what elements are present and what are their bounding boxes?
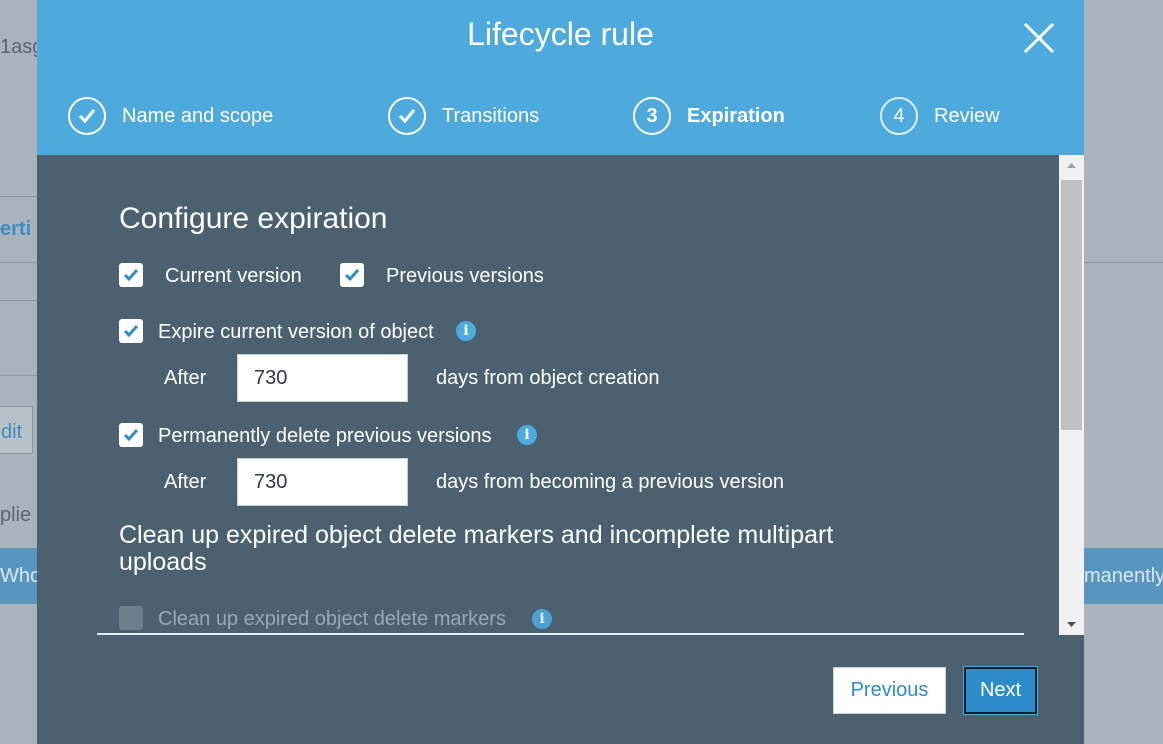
delete-previous-versions-label: Permanently delete previous versions — [158, 425, 492, 447]
modal-scrollbar[interactable] — [1059, 155, 1084, 635]
background-divider — [0, 196, 37, 197]
background-permanently-fragment: manently — [1084, 565, 1163, 587]
background-divider — [0, 375, 37, 376]
current-version-label: Current version — [165, 265, 302, 287]
step-name-and-scope[interactable]: Name and scope — [68, 96, 273, 136]
background-divider — [1084, 262, 1163, 263]
step-label: Expiration — [687, 104, 785, 127]
expire-current-version-checkbox[interactable] — [119, 319, 143, 343]
section-title: Configure expiration — [119, 202, 388, 235]
scroll-down-arrow-icon[interactable] — [1059, 615, 1084, 635]
step-number-circle: 3 — [633, 97, 671, 135]
modal-body: Configure expiration Current version Pre… — [37, 155, 1059, 635]
modal-header: Lifecycle rule Name and scope Transition… — [37, 0, 1084, 155]
background-divider — [0, 300, 37, 301]
background-fragment-top: 1asg — [0, 36, 37, 58]
close-icon[interactable] — [1021, 20, 1057, 56]
scroll-up-arrow-icon[interactable] — [1059, 155, 1084, 175]
checkmark-icon — [123, 325, 139, 338]
cleanup-section-title: Clean up expired object delete markers a… — [119, 521, 834, 576]
step-complete-checkmark-icon — [68, 97, 106, 135]
step-number-circle: 4 — [880, 97, 918, 135]
scrollbar-thumb[interactable] — [1061, 180, 1082, 430]
current-version-checkbox[interactable] — [119, 263, 143, 287]
background-applied-fragment: plie — [0, 504, 32, 526]
expire-days-input[interactable] — [237, 354, 408, 402]
cleanup-markers-checkbox[interactable] — [119, 606, 143, 630]
expire-current-version-label: Expire current version of object — [158, 321, 434, 343]
info-icon[interactable]: i — [532, 609, 552, 629]
background-whole-fragment: Whole — [0, 565, 37, 587]
previous-versions-label: Previous versions — [386, 265, 544, 287]
step-label: Transitions — [442, 104, 540, 127]
step-review[interactable]: 4 Review — [880, 96, 1000, 136]
delete-after-label: After — [164, 471, 207, 493]
delete-days-suffix: days from becoming a previous version — [436, 471, 784, 493]
delete-previous-versions-checkbox[interactable] — [119, 423, 143, 447]
step-label: Name and scope — [122, 104, 274, 127]
background-divider — [0, 262, 37, 263]
info-icon[interactable]: i — [456, 321, 476, 341]
next-button[interactable]: Next — [964, 667, 1037, 714]
expire-after-label: After — [164, 367, 207, 389]
expire-days-suffix: days from object creation — [436, 367, 660, 389]
background-edit-button[interactable]: dit — [0, 406, 33, 454]
delete-days-input[interactable] — [237, 458, 408, 506]
background-edit-label: dit — [1, 421, 23, 443]
previous-button[interactable]: Previous — [833, 667, 946, 714]
step-label: Review — [934, 104, 1000, 127]
step-expiration[interactable]: 3 Expiration — [633, 96, 785, 136]
cleanup-markers-label: Clean up expired object delete markers — [158, 608, 506, 630]
checkmark-icon — [123, 269, 139, 282]
step-complete-checkmark-icon — [388, 97, 426, 135]
previous-versions-checkbox[interactable] — [340, 263, 364, 287]
checkmark-icon — [344, 269, 360, 282]
info-icon[interactable]: i — [517, 425, 537, 445]
background-tab-fragment: erti — [0, 218, 32, 240]
footer-divider — [97, 633, 1024, 635]
lifecycle-rule-modal: Lifecycle rule Name and scope Transition… — [37, 0, 1084, 744]
modal-title: Lifecycle rule — [467, 16, 654, 52]
step-transitions[interactable]: Transitions — [388, 96, 539, 136]
checkmark-icon — [123, 429, 139, 442]
